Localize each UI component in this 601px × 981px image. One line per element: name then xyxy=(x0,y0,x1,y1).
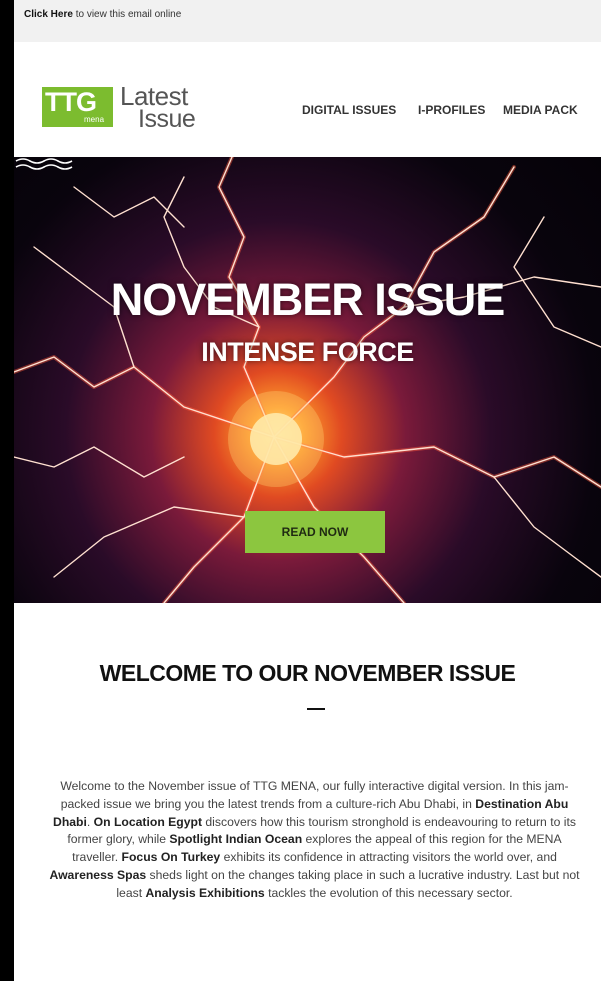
article-highlight: Spotlight Indian Ocean xyxy=(169,832,303,847)
heading-divider xyxy=(307,708,325,710)
view-online-bar: Click Here to view this email online xyxy=(14,0,601,42)
article-highlight: Awareness Spas xyxy=(49,867,147,882)
wave-divider-icon xyxy=(15,158,73,170)
nav-media-pack[interactable]: MEDIA PACK xyxy=(503,103,578,117)
hero-subtitle: INTENSE FORCE xyxy=(201,337,414,367)
article-text: tackles the evolution of this necessary … xyxy=(264,885,513,900)
hero-banner: NOVEMBER ISSUE INTENSE FORCE READ NOW xyxy=(14,157,601,603)
logo-ttg-text: TTG xyxy=(45,87,97,117)
welcome-heading: WELCOME TO OUR NOVEMBER ISSUE xyxy=(99,660,516,686)
nav-i-profiles[interactable]: I-PROFILES xyxy=(418,103,485,117)
article-highlight: Focus On Turkey xyxy=(121,850,221,865)
article-text: . xyxy=(86,814,94,829)
read-now-button[interactable]: READ NOW xyxy=(245,511,385,553)
logo-mena-text: mena xyxy=(84,115,105,124)
article-text: exhibits its confidence in attracting vi… xyxy=(220,850,557,865)
nav-digital-issues[interactable]: DIGITAL ISSUES xyxy=(302,103,396,117)
article-highlight: On Location Egypt xyxy=(93,814,203,829)
article-intro-text: Welcome to the November issue of TTG MEN… xyxy=(44,778,585,903)
logo-issue-text: Issue xyxy=(138,105,196,133)
article-highlight: Analysis Exhibitions xyxy=(145,885,265,900)
view-online-text: Click Here to view this email online xyxy=(24,9,181,20)
click-here-link[interactable]: Click Here xyxy=(24,9,73,20)
email-page: Click Here to view this email online TTG… xyxy=(14,0,601,981)
view-online-label: to view this email online xyxy=(72,9,182,20)
hero-title: NOVEMBER ISSUE xyxy=(110,274,506,325)
